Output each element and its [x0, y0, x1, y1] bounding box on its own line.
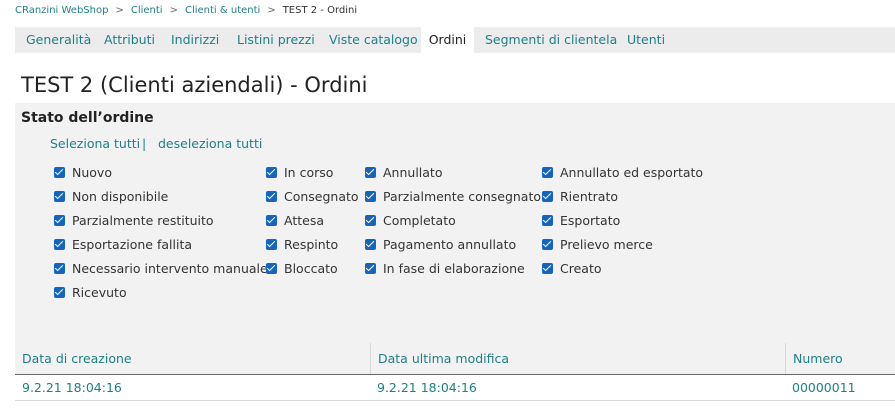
- checkbox-label: Nuovo: [72, 164, 112, 180]
- checkbox-creato[interactable]: Creato: [542, 260, 602, 276]
- checkbox-annullato[interactable]: Annullato: [365, 164, 442, 180]
- checkbox-parzialmente-restituito[interactable]: Parzialmente restituito: [54, 212, 214, 228]
- deselect-all-link[interactable]: deseleziona tutti: [158, 136, 262, 151]
- checkbox-label: Parzialmente restituito: [72, 212, 214, 228]
- cell-last-modified[interactable]: 9.2.21 18:04:16: [370, 376, 785, 400]
- breadcrumb-current: TEST 2 - Ordini: [282, 5, 358, 16]
- check-icon: [365, 190, 376, 202]
- checkbox-bloccato[interactable]: Bloccato: [266, 260, 338, 276]
- table-row[interactable]: 9.2.21 18:04:16 9.2.21 18:04:16 00000011: [15, 376, 895, 401]
- order-status-title: Stato dell’ordine: [21, 110, 154, 126]
- checkbox-in-corso[interactable]: In corso: [266, 164, 333, 180]
- checkbox-label: Esportazione fallita: [72, 236, 193, 252]
- tab-viste-catalogo[interactable]: Viste catalogo: [329, 27, 418, 53]
- checkbox-label: Creato: [560, 260, 602, 276]
- select-all-link[interactable]: Seleziona tutti: [50, 136, 140, 151]
- checkbox-label: Annullato ed esportato: [560, 164, 704, 180]
- checkbox-completato[interactable]: Completato: [365, 212, 456, 228]
- checkbox-annullato-esportato[interactable]: Annullato ed esportato: [542, 164, 703, 180]
- breadcrumb-separator: >: [115, 5, 124, 16]
- checkbox-label: Pagamento annullato: [383, 236, 517, 252]
- check-icon: [542, 262, 553, 274]
- checkbox-ricevuto[interactable]: Ricevuto: [54, 284, 127, 300]
- check-icon: [542, 238, 553, 250]
- column-header-last-modified[interactable]: Data ultima modifica: [370, 343, 785, 374]
- breadcrumb: CRanzini WebShop > Clienti > Clienti & utent…: [15, 5, 357, 19]
- tab-attributi[interactable]: Attributi: [104, 27, 155, 53]
- checkbox-label: Attesa: [284, 212, 324, 228]
- checkbox-label: In corso: [284, 164, 334, 180]
- checkbox-label: Completato: [383, 212, 456, 228]
- check-icon: [365, 262, 376, 274]
- column-header-number[interactable]: Numero: [785, 343, 895, 374]
- checkbox-respinto[interactable]: Respinto: [266, 236, 338, 252]
- checkbox-non-disponibile[interactable]: Non disponibile: [54, 188, 168, 204]
- check-icon: [542, 214, 553, 226]
- check-icon: [54, 190, 65, 202]
- check-icon: [266, 262, 277, 274]
- tab-utenti[interactable]: Utenti: [627, 27, 665, 53]
- tab-segmenti-clientela[interactable]: Segmenti di clientela: [485, 27, 617, 53]
- checkbox-esportato[interactable]: Esportato: [542, 212, 620, 228]
- checkbox-rientrato[interactable]: Rientrato: [542, 188, 618, 204]
- check-icon: [54, 286, 65, 298]
- checkbox-label: Prelievo merce: [560, 236, 653, 252]
- column-header-creation-date[interactable]: Data di creazione: [15, 343, 370, 374]
- check-icon: [266, 214, 277, 226]
- checkbox-intervento-manuale[interactable]: Necessario intervento manuale: [54, 260, 268, 276]
- breadcrumb-separator: >: [267, 5, 276, 16]
- cell-order-number[interactable]: 00000011: [785, 376, 895, 400]
- checkbox-attesa[interactable]: Attesa: [266, 212, 324, 228]
- check-icon: [365, 214, 376, 226]
- page-title: TEST 2 (Clienti aziendali) - Ordini: [21, 73, 368, 97]
- cell-creation-date[interactable]: 9.2.21 18:04:16: [15, 376, 370, 400]
- tab-generalita[interactable]: Generalità: [26, 27, 91, 53]
- checkbox-label: In fase di elaborazione: [383, 260, 525, 276]
- breadcrumb-webshop[interactable]: CRanzini WebShop: [15, 5, 108, 16]
- checkbox-label: Necessario intervento manuale: [72, 260, 268, 276]
- checkbox-label: Annullato: [383, 164, 443, 180]
- order-status-panel: Stato dell’ordine Seleziona tutti | dese…: [15, 103, 895, 343]
- checkbox-pagamento-annullato[interactable]: Pagamento annullato: [365, 236, 516, 252]
- checkbox-in-elaborazione[interactable]: In fase di elaborazione: [365, 260, 525, 276]
- orders-table-header: Data di creazione Data ultima modifica N…: [15, 343, 895, 375]
- select-separator: |: [142, 136, 147, 151]
- checkbox-label: Rientrato: [560, 188, 619, 204]
- checkbox-label: Parzialmente consegnato: [383, 188, 542, 204]
- check-icon: [54, 262, 65, 274]
- check-icon: [365, 238, 376, 250]
- checkbox-label: Respinto: [284, 236, 339, 252]
- check-icon: [54, 238, 65, 250]
- check-icon: [542, 190, 553, 202]
- checkbox-esportazione-fallita[interactable]: Esportazione fallita: [54, 236, 192, 252]
- breadcrumb-separator: >: [169, 5, 178, 16]
- checkbox-parzialmente-consegnato[interactable]: Parzialmente consegnato: [365, 188, 541, 204]
- tab-listini-prezzi[interactable]: Listini prezzi: [237, 27, 315, 53]
- check-icon: [54, 166, 65, 178]
- tab-bar: Generalità Attributi Indirizzi Listini p…: [15, 27, 895, 53]
- check-icon: [54, 214, 65, 226]
- checkbox-prelievo-merce[interactable]: Prelievo merce: [542, 236, 653, 252]
- tab-ordini[interactable]: Ordini: [421, 27, 474, 53]
- breadcrumb-clienti[interactable]: Clienti: [131, 5, 163, 16]
- check-icon: [542, 166, 553, 178]
- check-icon: [266, 238, 277, 250]
- checkbox-nuovo[interactable]: Nuovo: [54, 164, 112, 180]
- check-icon: [266, 190, 277, 202]
- checkbox-label: Non disponibile: [72, 188, 169, 204]
- checkbox-consegnato[interactable]: Consegnato: [266, 188, 359, 204]
- checkbox-label: Consegnato: [284, 188, 359, 204]
- checkbox-label: Esportato: [560, 212, 621, 228]
- tab-indirizzi[interactable]: Indirizzi: [171, 27, 219, 53]
- checkbox-label: Ricevuto: [72, 284, 127, 300]
- check-icon: [365, 166, 376, 178]
- check-icon: [266, 166, 277, 178]
- checkbox-label: Bloccato: [284, 260, 338, 276]
- breadcrumb-clienti-utenti[interactable]: Clienti & utenti: [185, 5, 260, 16]
